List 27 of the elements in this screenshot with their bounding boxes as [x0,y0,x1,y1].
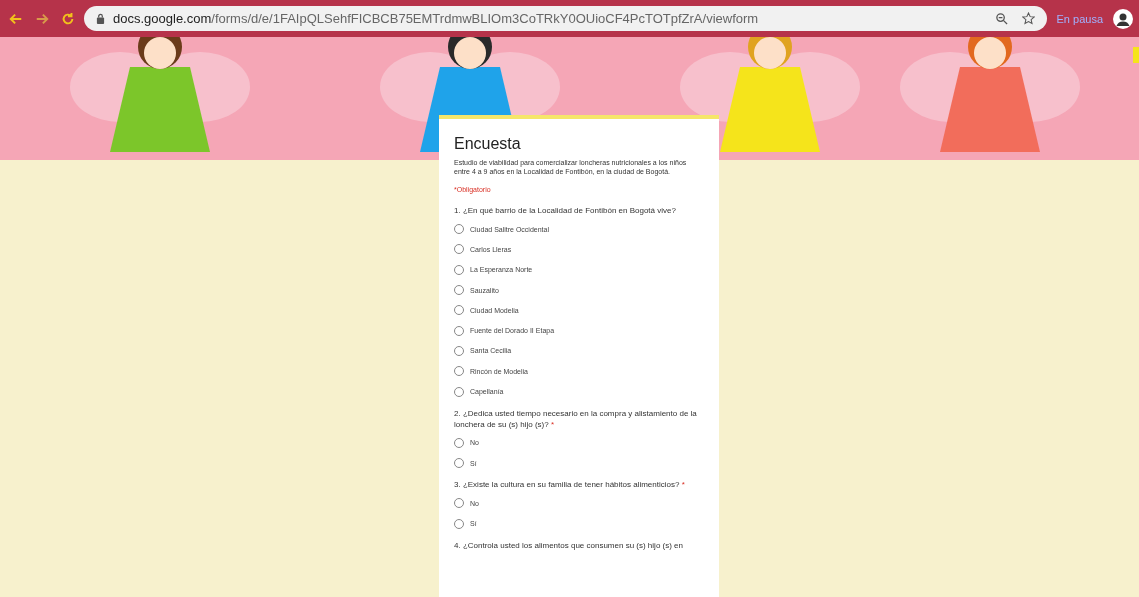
zoom-icon[interactable] [994,12,1008,25]
radio-button[interactable] [454,224,464,235]
star-icon[interactable] [1021,12,1035,25]
question-text: 3. ¿Existe la cultura en su familia de tener hábitos alimenticios? * [454,479,686,491]
radio-button[interactable] [454,264,464,275]
radio-button[interactable] [454,437,464,448]
radio-button[interactable] [454,458,464,469]
radio-button[interactable] [454,305,464,316]
radio-button[interactable] [454,285,464,296]
radio-button[interactable] [454,325,464,336]
question-text: 4. ¿Controla usted los alimentos que consumen su (s) hijo (s) en [454,539,684,551]
radio-button[interactable] [454,498,464,509]
forward-icon[interactable] [35,11,49,26]
form-title: Encuesta [454,135,522,153]
url-text: docs.google.com/forms/d/e/1FAIpQLSehfFICBCB75EMTrdmwBLIOm3CoTRkY0OUioCF4PcTOTpfZrA/viewform [113,11,760,26]
avatar-icon[interactable] [1113,8,1133,29]
address-bar[interactable]: docs.google.com/forms/d/e/1FAIpQLSehfFICBCB75EMTrdmwBLIOm3CoTRkY0OUioCF4PcTOTpfZrA/viewform [84,6,1047,31]
radio-button[interactable] [454,244,464,255]
radio-button[interactable] [454,366,464,377]
radio-button[interactable] [454,386,464,397]
question-text: 2. ¿Dedica usted tiempo necesario en la compra y alistamiento de la lonchera de su (s) hijo (s)? * [454,407,698,430]
question-text: 1. ¿En qué barrio de la Localidad de Fontibón en Bogotá vive? [454,205,677,216]
back-icon[interactable] [9,11,23,26]
lock-icon [96,13,105,24]
reload-icon[interactable] [61,11,75,26]
radio-button[interactable] [454,518,464,529]
radio-button[interactable] [454,345,464,356]
